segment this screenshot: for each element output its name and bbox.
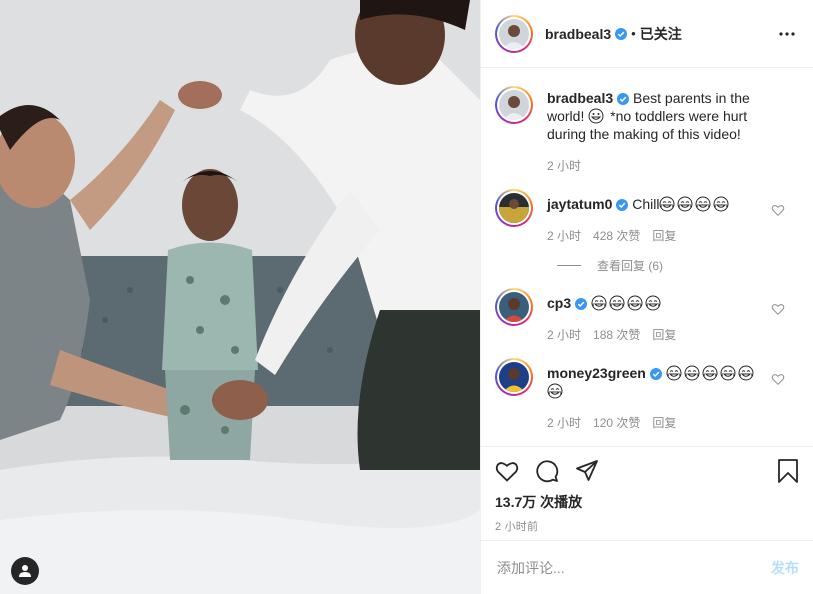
comment-username[interactable]: cp3	[547, 295, 571, 311]
comment-likes-count[interactable]: 120 次赞	[593, 414, 640, 432]
comment-item: jaytatum0 Chill 2 小时 428 次赞 回复	[495, 189, 799, 245]
post-comment-button[interactable]: 发布	[771, 558, 799, 578]
add-comment-bar: 发布	[481, 540, 813, 594]
instagram-post: bradbeal3 • 已关注 bradbeal3 Best parents i…	[0, 0, 813, 594]
post-video[interactable]	[0, 0, 480, 594]
reply-button[interactable]: 回复	[652, 326, 676, 344]
comment-heart-icon[interactable]	[771, 372, 785, 386]
comment-bubble-icon	[536, 460, 559, 483]
paper-plane-icon	[576, 460, 598, 481]
author-username-link[interactable]: bradbeal3	[545, 26, 611, 42]
comment-time: 2 小时	[547, 229, 582, 243]
tears-of-joy-emoji-icon	[659, 196, 675, 212]
tears-of-joy-emoji-icon	[591, 295, 607, 311]
verified-badge-icon	[615, 27, 628, 40]
comment-heart-icon[interactable]	[771, 302, 785, 316]
reply-button[interactable]: 回复	[652, 414, 676, 432]
user-tag-button[interactable]	[11, 557, 39, 585]
caption: bradbeal3 Best parents in the world! *no…	[495, 86, 799, 175]
save-button[interactable]	[769, 457, 799, 485]
comment-emojis	[591, 295, 663, 311]
comment-item: cp3 2 小时 188 次赞 回复	[495, 288, 799, 344]
view-replies-button[interactable]: 查看回复 (6)	[557, 257, 799, 274]
verified-badge-icon	[649, 368, 662, 381]
comment-emojis	[659, 196, 731, 212]
tears-of-joy-emoji-icon	[609, 295, 625, 311]
more-options-icon	[779, 31, 795, 36]
user-tag-icon	[19, 565, 31, 577]
tears-of-joy-emoji-icon	[547, 383, 563, 399]
replies-divider-line	[557, 265, 581, 266]
caption-time: 2 小时	[547, 159, 582, 173]
like-button[interactable]	[495, 457, 525, 485]
tears-of-joy-emoji-icon	[684, 365, 700, 381]
comment-time: 2 小时	[547, 416, 582, 430]
share-button[interactable]	[575, 457, 605, 485]
comment-heart-icon[interactable]	[771, 203, 785, 217]
comment-input[interactable]	[497, 559, 771, 576]
comment-text: Chill	[632, 196, 660, 212]
author-avatar[interactable]	[495, 14, 533, 53]
post-actions: 13.7万 次播放 2 小时前	[481, 446, 813, 540]
caption-avatar[interactable]	[495, 86, 533, 124]
reply-button[interactable]: 回复	[652, 227, 676, 245]
comment-avatar[interactable]	[495, 358, 533, 396]
comment-button[interactable]	[535, 457, 565, 485]
caption-username[interactable]: bradbeal3	[547, 90, 613, 106]
view-count[interactable]: 13.7万 次播放	[495, 492, 799, 512]
comment-likes-count[interactable]: 428 次赞	[593, 227, 640, 245]
heart-icon	[495, 462, 519, 482]
post-details-panel: bradbeal3 • 已关注 bradbeal3 Best parents i…	[480, 0, 813, 594]
tears-of-joy-emoji-icon	[666, 365, 682, 381]
following-button[interactable]: 已关注	[640, 24, 682, 44]
comment-time: 2 小时	[547, 328, 582, 342]
tears-of-joy-emoji-icon	[702, 365, 718, 381]
verified-badge-icon	[617, 93, 630, 106]
tears-of-joy-emoji-icon	[738, 365, 754, 381]
verified-badge-icon	[616, 199, 629, 212]
tears-of-joy-emoji-icon	[720, 365, 736, 381]
bookmark-icon	[778, 459, 798, 483]
comment-username[interactable]: money23green	[547, 365, 646, 381]
separator-dot: •	[631, 26, 636, 41]
comment-likes-count[interactable]: 188 次赞	[593, 326, 640, 344]
more-options-button[interactable]	[775, 22, 799, 46]
grinning-face-emoji-icon	[588, 108, 604, 124]
comment-avatar[interactable]	[495, 189, 533, 227]
tears-of-joy-emoji-icon	[695, 196, 711, 212]
comment-item: money23green 2 小时 120 次赞 回复	[495, 358, 799, 432]
tears-of-joy-emoji-icon	[677, 196, 693, 212]
verified-badge-icon	[575, 298, 588, 311]
view-replies-label: 查看回复 (6)	[597, 259, 664, 273]
post-timestamp[interactable]: 2 小时前	[495, 518, 799, 534]
post-header: bradbeal3 • 已关注	[481, 0, 813, 68]
comments-list[interactable]: bradbeal3 Best parents in the world! *no…	[481, 68, 813, 446]
comment-username[interactable]: jaytatum0	[547, 196, 612, 212]
video-frame	[0, 0, 480, 594]
tears-of-joy-emoji-icon	[627, 295, 643, 311]
tears-of-joy-emoji-icon	[713, 196, 729, 212]
tears-of-joy-emoji-icon	[645, 295, 661, 311]
comment-avatar[interactable]	[495, 288, 533, 326]
